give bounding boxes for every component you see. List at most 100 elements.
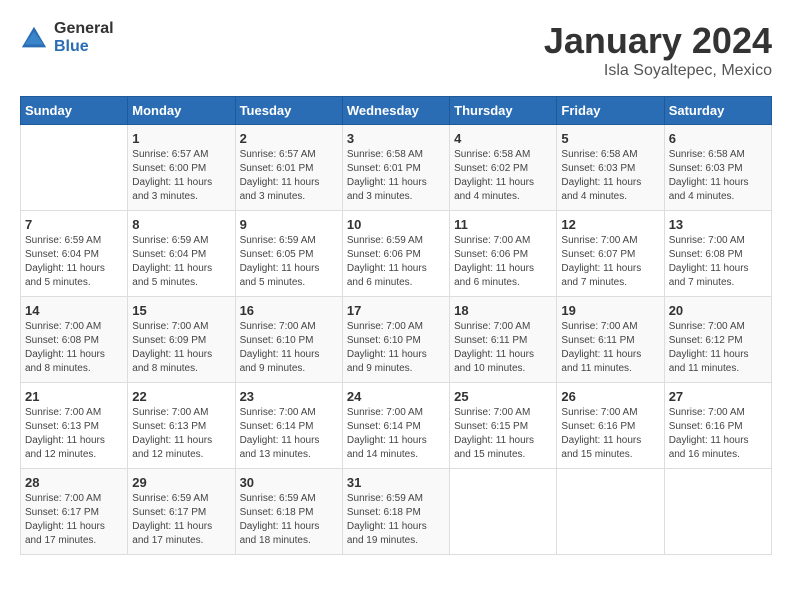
day-number: 20 (669, 303, 767, 318)
day-info: Sunrise: 6:59 AMSunset: 6:18 PMDaylight:… (347, 492, 445, 548)
day-number: 3 (347, 131, 445, 146)
location-title: Isla Soyaltepec, Mexico (544, 62, 772, 80)
calendar-cell: 9Sunrise: 6:59 AMSunset: 6:05 PMDaylight… (235, 211, 342, 297)
day-number: 11 (454, 217, 552, 232)
day-info: Sunrise: 7:00 AMSunset: 6:14 PMDaylight:… (240, 406, 338, 462)
calendar-cell: 27 Sunrise: 7:00 AMSunset: 6:16 PMDayligh… (664, 383, 771, 469)
day-number: 18 (454, 303, 552, 318)
day-info: Sunrise: 7:00 AMSunset: 6:16 PMDaylight:… (669, 406, 767, 462)
calendar-cell: 7 Sunrise: 6:59 AMSunset: 6:04 PMDaylight… (21, 211, 128, 297)
calendar-week-row: 21Sunrise: 7:00 AMSunset: 6:13 PMDayligh… (21, 383, 772, 469)
calendar-cell: 24 Sunrise: 7:00 AMSunset: 6:14 PMDayligh… (342, 383, 449, 469)
calendar-week-row: 7 Sunrise: 6:59 AMSunset: 6:04 PMDaylight… (21, 211, 772, 297)
day-info: Sunrise: 7:00 AMSunset: 6:06 PMDaylight:… (454, 234, 552, 290)
calendar-cell: 22Sunrise: 7:00 AMSunset: 6:13 PMDayligh… (128, 383, 235, 469)
day-number: 27 (669, 389, 767, 404)
calendar-week-row: 1 Sunrise: 6:57 AMSunset: 6:00 PMDaylight… (21, 125, 772, 211)
calendar-cell (450, 469, 557, 555)
calendar-cell: 28Sunrise: 7:00 AMSunset: 6:17 PMDayligh… (21, 469, 128, 555)
day-info: Sunrise: 7:00 AMSunset: 6:07 PMDaylight:… (561, 234, 659, 290)
day-number: 2 (240, 131, 338, 146)
calendar-cell (664, 469, 771, 555)
day-info: Sunrise: 6:59 AMSunset: 6:04 PMDaylight:… (25, 234, 123, 290)
day-info: Sunrise: 6:58 AMSunset: 6:02 PMDaylight:… (454, 148, 552, 204)
day-info: Sunrise: 6:59 AMSunset: 6:18 PMDaylight:… (240, 492, 338, 548)
logo-general: General (54, 20, 114, 38)
calendar-cell: 12 Sunrise: 7:00 AMSunset: 6:07 PMDayligh… (557, 211, 664, 297)
day-number: 8 (132, 217, 230, 232)
header-tuesday: Tuesday (235, 97, 342, 125)
day-info: Sunrise: 6:59 AMSunset: 6:05 PMDaylight:… (240, 234, 338, 290)
calendar-cell: 19 Sunrise: 7:00 AMSunset: 6:11 PMDayligh… (557, 297, 664, 383)
day-info: Sunrise: 7:00 AMSunset: 6:13 PMDaylight:… (25, 406, 123, 462)
calendar-cell: 5 Sunrise: 6:58 AMSunset: 6:03 PMDaylight… (557, 125, 664, 211)
logo-blue: Blue (54, 38, 114, 56)
day-number: 30 (240, 475, 338, 490)
calendar-cell: 2 Sunrise: 6:57 AMSunset: 6:01 PMDaylight… (235, 125, 342, 211)
header-monday: Monday (128, 97, 235, 125)
calendar-cell: 6 Sunrise: 6:58 AMSunset: 6:03 PMDaylight… (664, 125, 771, 211)
calendar-cell: 21Sunrise: 7:00 AMSunset: 6:13 PMDayligh… (21, 383, 128, 469)
title-block: January 2024 Isla Soyaltepec, Mexico (544, 20, 772, 80)
day-number: 10 (347, 217, 445, 232)
day-number: 1 (132, 131, 230, 146)
calendar-cell: 8 Sunrise: 6:59 AMSunset: 6:04 PMDaylight… (128, 211, 235, 297)
day-info: Sunrise: 7:00 AMSunset: 6:16 PMDaylight:… (561, 406, 659, 462)
calendar-cell: 26Sunrise: 7:00 AMSunset: 6:16 PMDayligh… (557, 383, 664, 469)
calendar-cell: 16 Sunrise: 7:00 AMSunset: 6:10 PMDayligh… (235, 297, 342, 383)
day-number: 31 (347, 475, 445, 490)
day-info: Sunrise: 6:59 AMSunset: 6:17 PMDaylight:… (132, 492, 230, 548)
calendar-cell: 11 Sunrise: 7:00 AMSunset: 6:06 PMDayligh… (450, 211, 557, 297)
day-number: 7 (25, 217, 123, 232)
day-info: Sunrise: 6:58 AMSunset: 6:03 PMDaylight:… (669, 148, 767, 204)
calendar-table: SundayMondayTuesdayWednesdayThursdayFrid… (20, 96, 772, 555)
day-number: 23 (240, 389, 338, 404)
header-sunday: Sunday (21, 97, 128, 125)
day-info: Sunrise: 7:00 AMSunset: 6:09 PMDaylight:… (132, 320, 230, 376)
day-info: Sunrise: 7:00 AMSunset: 6:11 PMDaylight:… (561, 320, 659, 376)
logo-icon (20, 24, 48, 52)
calendar-cell: 30 Sunrise: 6:59 AMSunset: 6:18 PMDayligh… (235, 469, 342, 555)
calendar-cell: 14 Sunrise: 7:00 AMSunset: 6:08 PMDayligh… (21, 297, 128, 383)
calendar-cell (21, 125, 128, 211)
calendar-cell (557, 469, 664, 555)
day-info: Sunrise: 6:58 AMSunset: 6:03 PMDaylight:… (561, 148, 659, 204)
calendar-cell: 23 Sunrise: 7:00 AMSunset: 6:14 PMDayligh… (235, 383, 342, 469)
day-info: Sunrise: 7:00 AMSunset: 6:10 PMDaylight:… (240, 320, 338, 376)
day-number: 29 (132, 475, 230, 490)
day-info: Sunrise: 7:00 AMSunset: 6:08 PMDaylight:… (669, 234, 767, 290)
calendar-cell: 29 Sunrise: 6:59 AMSunset: 6:17 PMDayligh… (128, 469, 235, 555)
day-number: 4 (454, 131, 552, 146)
calendar-header-row: SundayMondayTuesdayWednesdayThursdayFrid… (21, 97, 772, 125)
day-number: 14 (25, 303, 123, 318)
calendar-week-row: 14 Sunrise: 7:00 AMSunset: 6:08 PMDayligh… (21, 297, 772, 383)
day-number: 12 (561, 217, 659, 232)
header-friday: Friday (557, 97, 664, 125)
calendar-week-row: 28Sunrise: 7:00 AMSunset: 6:17 PMDayligh… (21, 469, 772, 555)
day-number: 24 (347, 389, 445, 404)
day-info: Sunrise: 7:00 AMSunset: 6:13 PMDaylight:… (132, 406, 230, 462)
calendar-cell: 1 Sunrise: 6:57 AMSunset: 6:00 PMDaylight… (128, 125, 235, 211)
logo-text: General Blue (54, 20, 114, 55)
day-info: Sunrise: 6:57 AMSunset: 6:01 PMDaylight:… (240, 148, 338, 204)
day-number: 28 (25, 475, 123, 490)
day-number: 6 (669, 131, 767, 146)
calendar-cell: 18Sunrise: 7:00 AMSunset: 6:11 PMDayligh… (450, 297, 557, 383)
day-number: 5 (561, 131, 659, 146)
calendar-cell: 17 Sunrise: 7:00 AMSunset: 6:10 PMDayligh… (342, 297, 449, 383)
day-number: 16 (240, 303, 338, 318)
day-info: Sunrise: 7:00 AMSunset: 6:10 PMDaylight:… (347, 320, 445, 376)
day-info: Sunrise: 6:59 AMSunset: 6:04 PMDaylight:… (132, 234, 230, 290)
day-number: 15 (132, 303, 230, 318)
day-number: 13 (669, 217, 767, 232)
day-info: Sunrise: 7:00 AMSunset: 6:14 PMDaylight:… (347, 406, 445, 462)
day-number: 17 (347, 303, 445, 318)
day-number: 19 (561, 303, 659, 318)
day-info: Sunrise: 6:58 AMSunset: 6:01 PMDaylight:… (347, 148, 445, 204)
calendar-cell: 10Sunrise: 6:59 AMSunset: 6:06 PMDayligh… (342, 211, 449, 297)
day-info: Sunrise: 6:57 AMSunset: 6:00 PMDaylight:… (132, 148, 230, 204)
logo: General Blue (20, 20, 114, 55)
day-info: Sunrise: 7:00 AMSunset: 6:08 PMDaylight:… (25, 320, 123, 376)
page-header: General Blue January 2024 Isla Soyaltepe… (20, 20, 772, 80)
header-wednesday: Wednesday (342, 97, 449, 125)
